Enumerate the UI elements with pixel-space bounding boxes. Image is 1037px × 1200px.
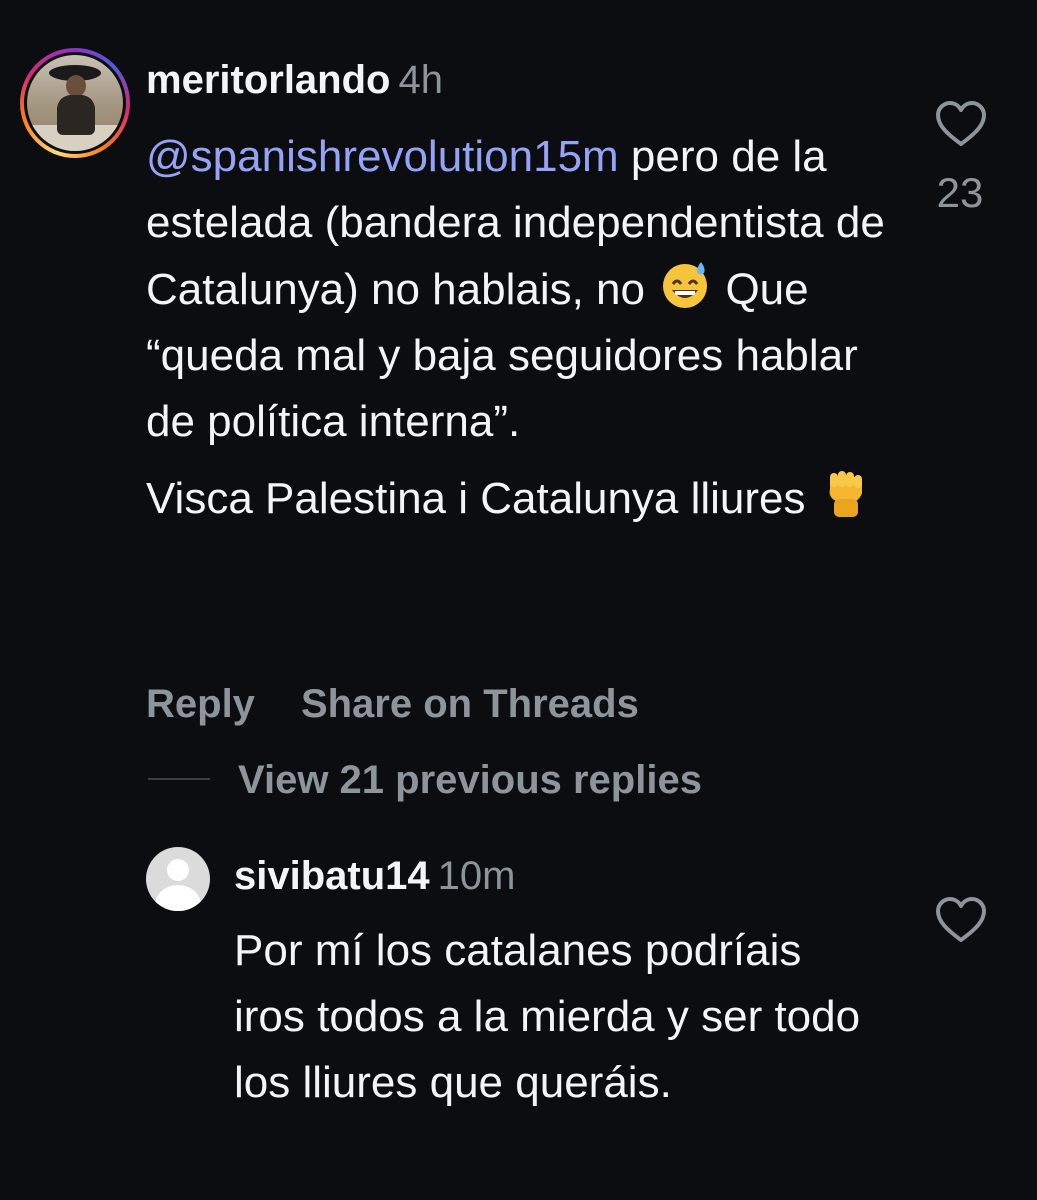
comment-text-part3: Visca Palestina i Catalunya lliures — [146, 474, 818, 523]
comment-actions: Reply Share on Threads — [146, 680, 639, 728]
story-ring-avatar[interactable] — [20, 48, 130, 158]
replies-divider — [148, 778, 210, 780]
comment-like-count: 23 — [936, 169, 984, 216]
reply-like-icon[interactable] — [934, 896, 988, 944]
comment-header: meritorlando 4h — [146, 56, 443, 104]
comment-text: @spanishrevolution15m pero de la estelad… — [146, 124, 906, 532]
comment-username[interactable]: meritorlando — [146, 58, 390, 102]
grinning-sweat-emoji-icon — [657, 256, 713, 312]
reply-button[interactable]: Reply — [146, 682, 255, 726]
reply-timestamp: 10m — [437, 854, 516, 898]
reply-text: Por mí los catalanes podríais iros todos… — [234, 926, 861, 1107]
comment-like-icon[interactable] — [934, 100, 988, 148]
share-on-threads-button[interactable]: Share on Threads — [301, 682, 639, 726]
reply-username[interactable]: sivibatu14 — [234, 854, 430, 898]
comment-timestamp: 4h — [398, 58, 443, 102]
mention-link[interactable]: @spanishrevolution15m — [146, 132, 619, 181]
reply-header: sivibatu14 10m — [234, 852, 515, 900]
default-avatar-icon[interactable] — [146, 847, 210, 911]
raised-fist-emoji-icon — [818, 465, 874, 521]
view-previous-replies-button[interactable]: View 21 previous replies — [238, 756, 702, 804]
comment-paragraph-1: @spanishrevolution15m pero de la estelad… — [146, 124, 906, 455]
comment-paragraph-2: Visca Palestina i Catalunya lliures — [146, 465, 906, 532]
avatar — [27, 55, 123, 151]
avatar-gap — [24, 52, 126, 154]
